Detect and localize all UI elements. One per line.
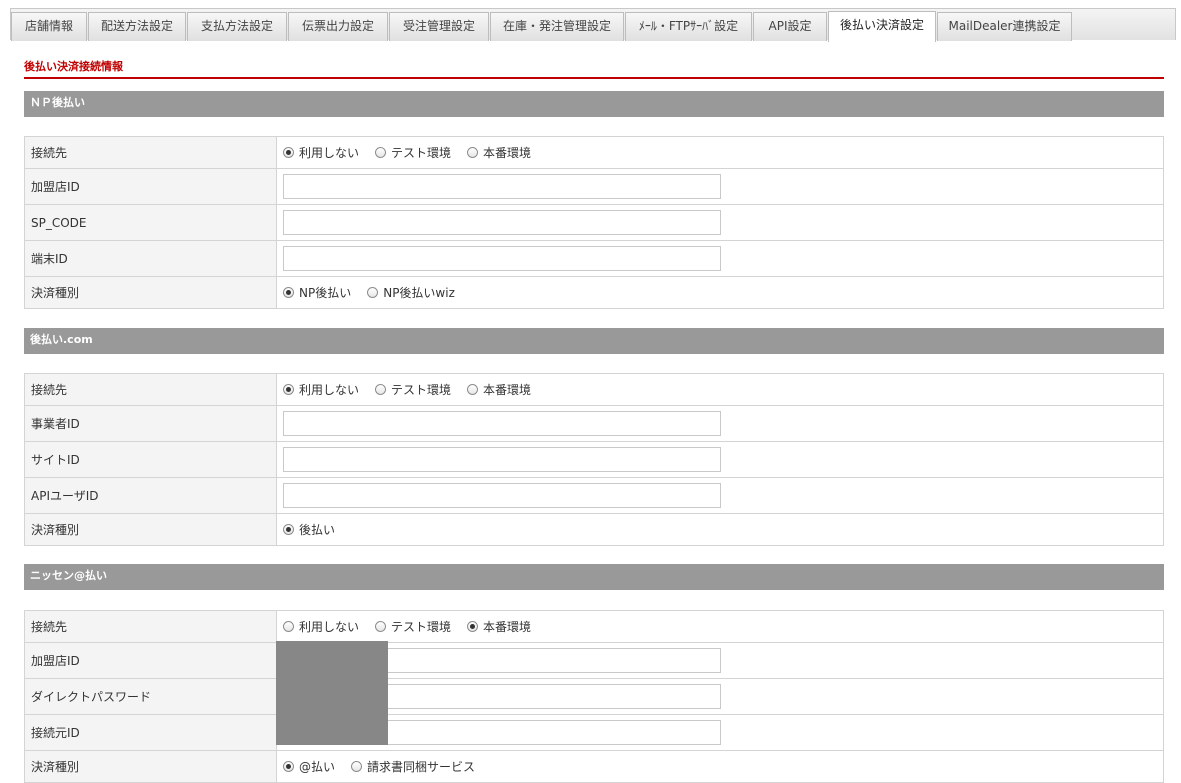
tab-maildealer-settings[interactable]: MailDealer連携設定 xyxy=(937,12,1072,41)
row-label: 接続先 xyxy=(24,373,277,406)
np-connection-radio-unused[interactable]: 利用しない xyxy=(283,144,359,161)
atobarai-connection-radio-group: 利用しない テスト環境 本番環境 xyxy=(283,381,1157,398)
table-row: 加盟店ID xyxy=(24,168,1164,205)
radio-icon xyxy=(283,621,294,632)
nissen-settings-table: 接続先 利用しない テスト環境 本番環境 加盟店ID ダイレクトパスワード 接続… xyxy=(24,610,1164,783)
redaction-block xyxy=(276,641,388,745)
radio-icon xyxy=(467,147,479,158)
atobarai-connection-radio-test[interactable]: テスト環境 xyxy=(375,381,451,398)
row-label: 接続元ID xyxy=(24,714,277,751)
row-label: ダイレクトパスワード xyxy=(24,678,277,715)
tab-deferred-payment-settings[interactable]: 後払い決済設定 xyxy=(828,11,936,42)
nissen-connection-radio-test[interactable]: テスト環境 xyxy=(375,618,451,635)
np-sp-code-input[interactable] xyxy=(283,210,721,235)
radio-icon xyxy=(367,287,379,298)
row-label: 決済種別 xyxy=(24,276,277,309)
atobarai-connection-radio-production[interactable]: 本番環境 xyxy=(467,381,531,398)
np-payment-type-radio-group: NP後払い NP後払いwiz xyxy=(283,284,1157,301)
table-row: 決済種別 NP後払い NP後払いwiz xyxy=(24,276,1164,309)
np-group-header: ＮＰ後払い xyxy=(24,91,1164,117)
atobarai-api-user-id-input[interactable] xyxy=(283,483,721,508)
nissen-connection-radio-production[interactable]: 本番環境 xyxy=(467,618,531,635)
np-connection-radio-production[interactable]: 本番環境 xyxy=(467,144,531,161)
atobarai-connection-radio-unused[interactable]: 利用しない xyxy=(283,381,359,398)
row-label: 端末ID xyxy=(24,240,277,277)
table-row: 接続先 利用しない テスト環境 本番環境 xyxy=(24,610,1164,643)
np-connection-radio-group: 利用しない テスト環境 本番環境 xyxy=(283,144,1157,161)
nissen-payment-type-radio-at[interactable]: @払い xyxy=(283,758,335,775)
table-row: 決済種別 後払い xyxy=(24,513,1164,546)
np-merchant-id-input[interactable] xyxy=(283,174,721,199)
table-row: サイトID xyxy=(24,441,1164,478)
row-label: 事業者ID xyxy=(24,405,277,442)
radio-icon xyxy=(351,761,363,772)
radio-selected-icon xyxy=(283,147,294,158)
radio-selected-icon xyxy=(283,524,294,535)
table-row: 端末ID xyxy=(24,240,1164,277)
row-label: APIユーザID xyxy=(24,477,277,514)
table-row: 接続先 利用しない テスト環境 本番環境 xyxy=(24,373,1164,406)
tab-order-management-settings[interactable]: 受注管理設定 xyxy=(389,12,489,41)
radio-icon xyxy=(467,384,479,395)
np-connection-radio-test[interactable]: テスト環境 xyxy=(375,144,451,161)
row-label: サイトID xyxy=(24,441,277,478)
nissen-connection-radio-group: 利用しない テスト環境 本番環境 xyxy=(283,618,1157,635)
table-row: 事業者ID xyxy=(24,405,1164,442)
nissen-group-header: ニッセン@払い xyxy=(24,564,1164,590)
tab-payment-settings[interactable]: 支払方法設定 xyxy=(187,12,287,41)
radio-icon xyxy=(375,384,387,395)
np-settings-table: 接続先 利用しない テスト環境 本番環境 加盟店ID SP_CODE 端末ID … xyxy=(24,136,1164,309)
radio-selected-icon xyxy=(283,761,294,772)
np-terminal-id-input[interactable] xyxy=(283,246,721,271)
tab-shipping-settings[interactable]: 配送方法設定 xyxy=(88,12,186,41)
row-label: SP_CODE xyxy=(24,204,277,241)
tab-mail-ftp-settings[interactable]: ﾒｰﾙ・FTPｻｰﾊﾞ設定 xyxy=(625,12,752,41)
atobarai-payment-type-radio-group: 後払い xyxy=(283,521,1157,538)
nissen-connection-radio-unused[interactable]: 利用しない xyxy=(283,618,359,635)
tab-inventory-settings[interactable]: 在庫・発注管理設定 xyxy=(490,12,624,41)
table-row: APIユーザID xyxy=(24,477,1164,514)
np-payment-type-radio-wiz[interactable]: NP後払いwiz xyxy=(367,284,455,301)
radio-icon xyxy=(375,621,387,632)
row-label: 決済種別 xyxy=(24,513,277,546)
radio-selected-icon xyxy=(283,384,294,395)
table-row: 加盟店ID xyxy=(24,642,1164,679)
table-row: SP_CODE xyxy=(24,204,1164,241)
atobarai-site-id-input[interactable] xyxy=(283,447,721,472)
radio-selected-icon xyxy=(467,621,479,632)
tab-store-info[interactable]: 店舗情報 xyxy=(11,12,87,41)
table-row: 接続先 利用しない テスト環境 本番環境 xyxy=(24,136,1164,169)
atobarai-com-settings-table: 接続先 利用しない テスト環境 本番環境 事業者ID サイトID APIユーザI… xyxy=(24,373,1164,546)
radio-selected-icon xyxy=(283,287,294,298)
radio-icon xyxy=(375,147,387,158)
atobarai-payment-type-radio-deferred[interactable]: 後払い xyxy=(283,521,335,538)
table-row: 決済種別 @払い 請求書同梱サービス xyxy=(24,750,1164,783)
row-label: 加盟店ID xyxy=(24,168,277,205)
tab-api-settings[interactable]: API設定 xyxy=(753,12,827,41)
settings-tab-bar: 店舗情報 配送方法設定 支払方法設定 伝票出力設定 受注管理設定 在庫・発注管理… xyxy=(10,8,1176,42)
row-label: 接続先 xyxy=(24,610,277,643)
row-label: 決済種別 xyxy=(24,750,277,783)
atobarai-com-group-header: 後払い.com xyxy=(24,328,1164,354)
nissen-payment-type-radio-invoice[interactable]: 請求書同梱サービス xyxy=(351,758,475,775)
tab-slip-output-settings[interactable]: 伝票出力設定 xyxy=(288,12,388,41)
title-divider xyxy=(24,77,1164,79)
table-row: ダイレクトパスワード xyxy=(24,678,1164,715)
row-label: 加盟店ID xyxy=(24,642,277,679)
np-payment-type-radio-np[interactable]: NP後払い xyxy=(283,284,351,301)
row-label: 接続先 xyxy=(24,136,277,169)
atobarai-business-id-input[interactable] xyxy=(283,411,721,436)
page-title: 後払い決済接続情報 xyxy=(24,60,123,73)
nissen-payment-type-radio-group: @払い 請求書同梱サービス xyxy=(283,758,1157,775)
table-row: 接続元ID xyxy=(24,714,1164,751)
